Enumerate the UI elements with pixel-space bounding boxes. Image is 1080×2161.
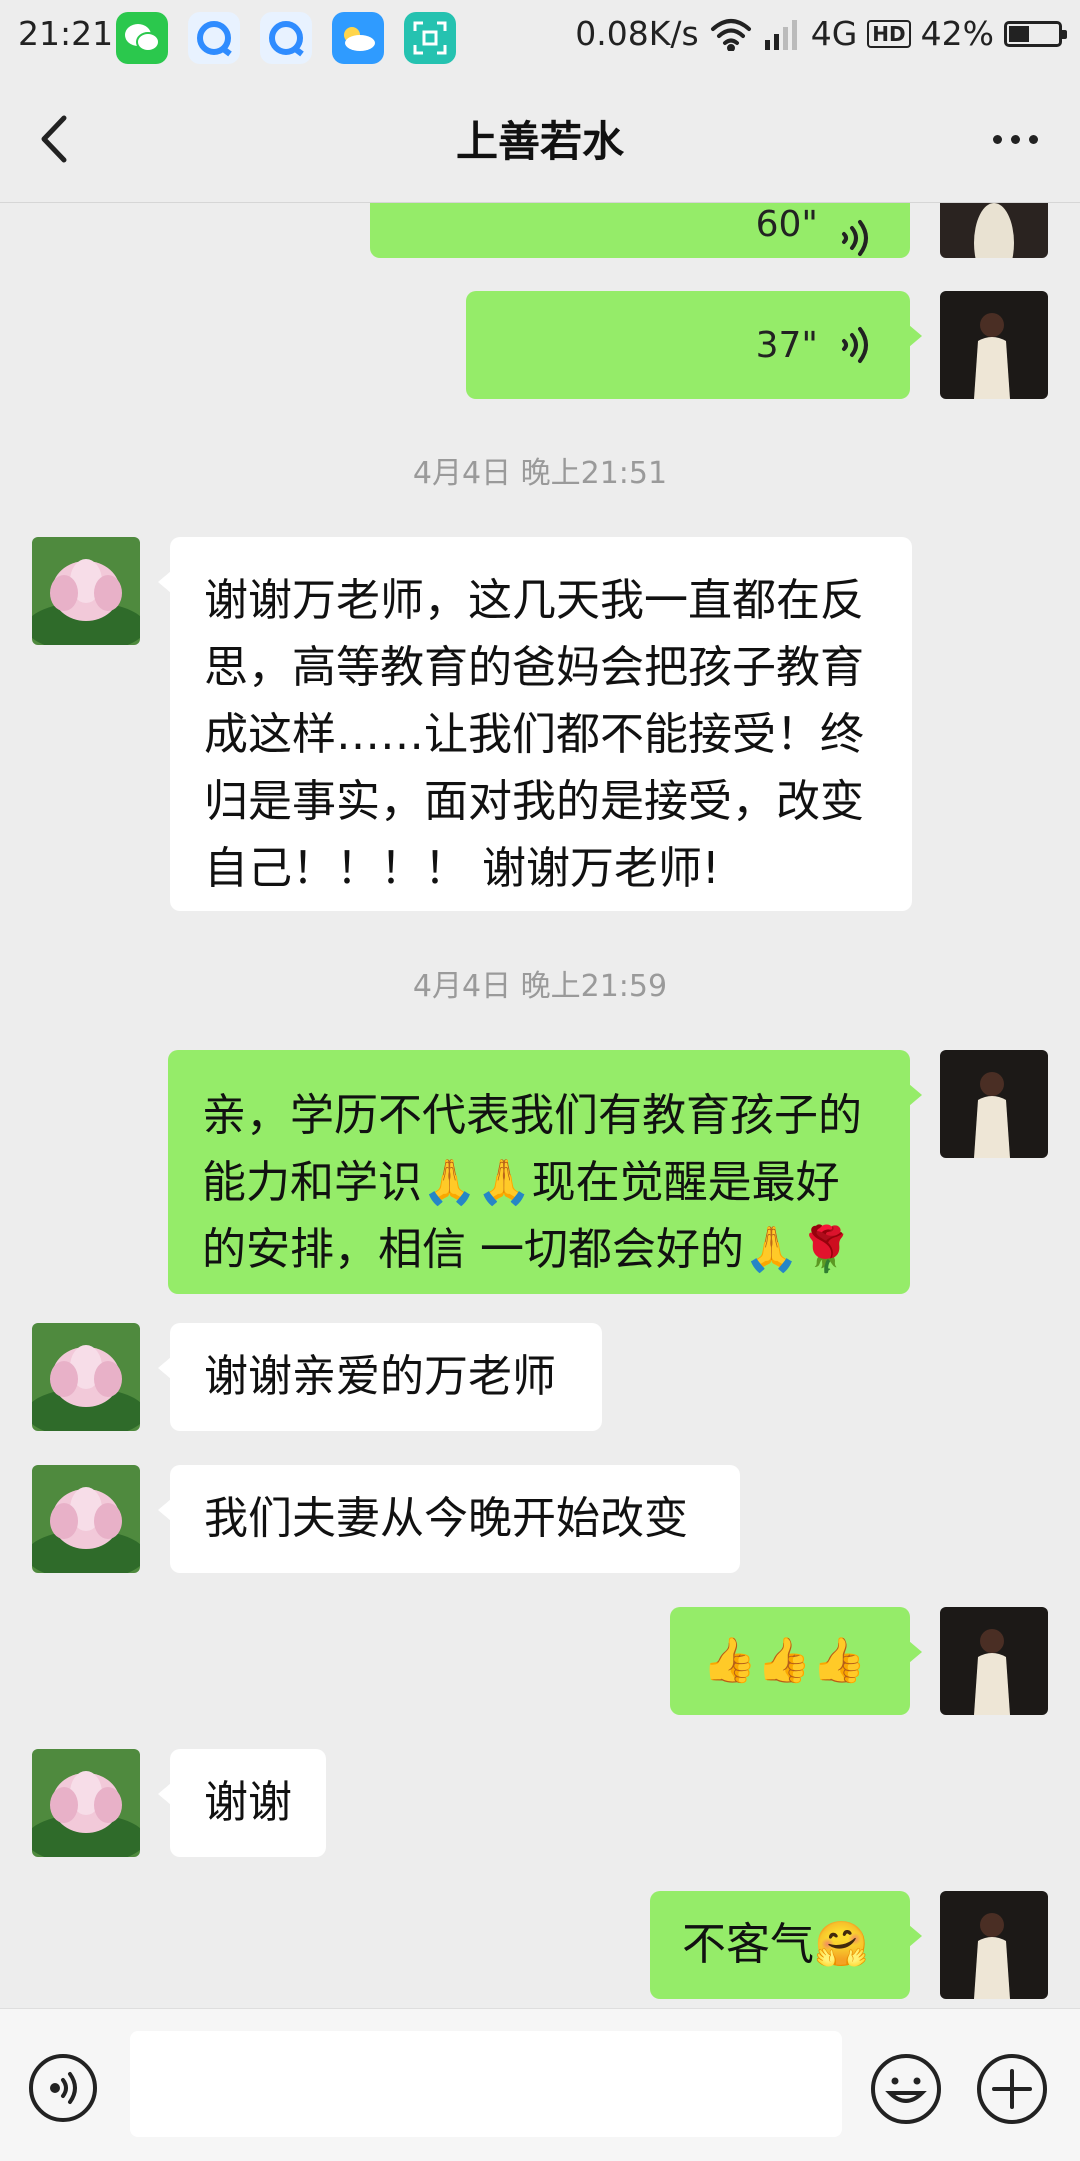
plus-icon bbox=[977, 2054, 1047, 2124]
message-row: 37" bbox=[0, 291, 1080, 399]
text-message-bubble[interactable]: 我们夫妻从今晚开始改变 bbox=[158, 1465, 740, 1573]
network-type: 4G bbox=[810, 14, 858, 53]
avatar[interactable] bbox=[940, 1891, 1048, 1999]
status-bar: 21:21 0.08K/s 4G HD 42% bbox=[0, 0, 1080, 76]
chat-header: 上善若水 bbox=[0, 76, 1080, 203]
wechat-icon bbox=[116, 12, 168, 64]
message-row: 不客气🤗 bbox=[0, 1891, 1080, 1999]
voice-message-bubble[interactable]: 60" bbox=[370, 203, 910, 258]
message-list[interactable]: 60" 37" 4月4日 晚上21:51 谢谢万老师，这几天我一直都在反 思，高… bbox=[0, 203, 1080, 2007]
message-line: 不客气🤗 bbox=[682, 1919, 869, 1970]
message-line: 能力和学识🙏🙏现在觉醒是最好 bbox=[202, 1157, 840, 1208]
hd-badge: HD bbox=[867, 19, 911, 48]
message-line: 谢谢亲爱的万老师 bbox=[204, 1351, 556, 1402]
avatar[interactable] bbox=[940, 1607, 1048, 1715]
message-row: 我们夫妻从今晚开始改变 bbox=[0, 1465, 1080, 1573]
avatar[interactable] bbox=[32, 1323, 140, 1431]
message-row: 👍👍👍 bbox=[0, 1607, 1080, 1715]
more-dots-icon bbox=[992, 134, 1002, 144]
message-line: 成这样……让我们都不能接受！终 bbox=[204, 709, 864, 760]
message-line: 的安排，相信 一切都会好的🙏🌹 bbox=[202, 1224, 854, 1275]
emoji-icon bbox=[871, 2054, 941, 2124]
text-message-bubble[interactable]: 👍👍👍 bbox=[670, 1607, 922, 1715]
avatar[interactable] bbox=[940, 203, 1048, 258]
more-button[interactable] bbox=[980, 106, 1050, 172]
battery-percent: 42% bbox=[920, 14, 994, 53]
status-time: 21:21 bbox=[18, 14, 114, 53]
text-message-bubble[interactable]: 谢谢 bbox=[158, 1749, 326, 1857]
message-line: 思，高等教育的爸妈会把孩子教育 bbox=[204, 642, 864, 693]
message-line: 谢谢万老师，这几天我一直都在反 bbox=[204, 575, 864, 626]
message-timestamp: 4月4日 晚上21:51 bbox=[412, 456, 668, 491]
chat-title: 上善若水 bbox=[455, 117, 624, 166]
voice-duration: 37" bbox=[755, 324, 818, 366]
voice-duration: 60" bbox=[755, 204, 818, 245]
browser-icon bbox=[188, 12, 240, 64]
voice-message-bubble[interactable]: 37" bbox=[466, 291, 922, 399]
message-line: 归是事实，面对我的是接受，改变 bbox=[204, 776, 864, 827]
text-message-bubble[interactable]: 亲，学历不代表我们有教育孩子的 能力和学识🙏🙏现在觉醒是最好 的安排，相信 一切… bbox=[168, 1050, 922, 1294]
input-bar bbox=[0, 2008, 1080, 2161]
message-row: 谢谢万老师，这几天我一直都在反 思，高等教育的爸妈会把孩子教育 成这样……让我们… bbox=[0, 537, 1080, 911]
battery-icon bbox=[1004, 20, 1067, 47]
avatar[interactable] bbox=[940, 291, 1048, 399]
message-input[interactable] bbox=[130, 2031, 842, 2137]
text-message-bubble[interactable]: 谢谢万老师，这几天我一直都在反 思，高等教育的爸妈会把孩子教育 成这样……让我们… bbox=[158, 537, 912, 911]
message-row: 60" bbox=[0, 203, 1080, 258]
message-line: 👍👍👍 bbox=[702, 1635, 867, 1686]
message-line: 我们夫妻从今晚开始改变 bbox=[204, 1493, 688, 1544]
message-row: 亲，学历不代表我们有教育孩子的 能力和学识🙏🙏现在觉醒是最好 的安排，相信 一切… bbox=[0, 1050, 1080, 1294]
message-line: 自己！！！！ 谢谢万老师! bbox=[204, 843, 720, 894]
wifi-icon bbox=[710, 18, 751, 51]
message-row: 谢谢亲爱的万老师 bbox=[0, 1323, 1080, 1431]
emoji-button[interactable] bbox=[870, 2053, 942, 2125]
message-line: 亲，学历不代表我们有教育孩子的 bbox=[202, 1090, 862, 1141]
weather-icon bbox=[332, 12, 384, 64]
message-row: 谢谢 bbox=[0, 1749, 1080, 1857]
network-speed: 0.08K/s bbox=[575, 14, 699, 53]
message-line: 谢谢 bbox=[204, 1777, 292, 1828]
text-message-bubble[interactable]: 不客气🤗 bbox=[650, 1891, 922, 1999]
voice-wave-icon bbox=[842, 220, 868, 256]
browser-icon bbox=[260, 12, 312, 64]
voice-input-button[interactable] bbox=[28, 2053, 98, 2123]
avatar[interactable] bbox=[940, 1050, 1048, 1158]
message-timestamp: 4月4日 晚上21:59 bbox=[412, 969, 668, 1004]
voice-input-icon bbox=[29, 2054, 97, 2122]
voice-wave-icon bbox=[842, 327, 868, 363]
more-functions-button[interactable] bbox=[976, 2053, 1048, 2125]
status-right: 0.08K/s 4G HD 42% bbox=[575, 14, 1067, 53]
signal-icon bbox=[764, 19, 797, 50]
scanner-icon bbox=[404, 12, 456, 64]
avatar[interactable] bbox=[32, 537, 140, 645]
avatar[interactable] bbox=[32, 1749, 140, 1857]
text-message-bubble[interactable]: 谢谢亲爱的万老师 bbox=[158, 1323, 602, 1431]
avatar[interactable] bbox=[32, 1465, 140, 1573]
